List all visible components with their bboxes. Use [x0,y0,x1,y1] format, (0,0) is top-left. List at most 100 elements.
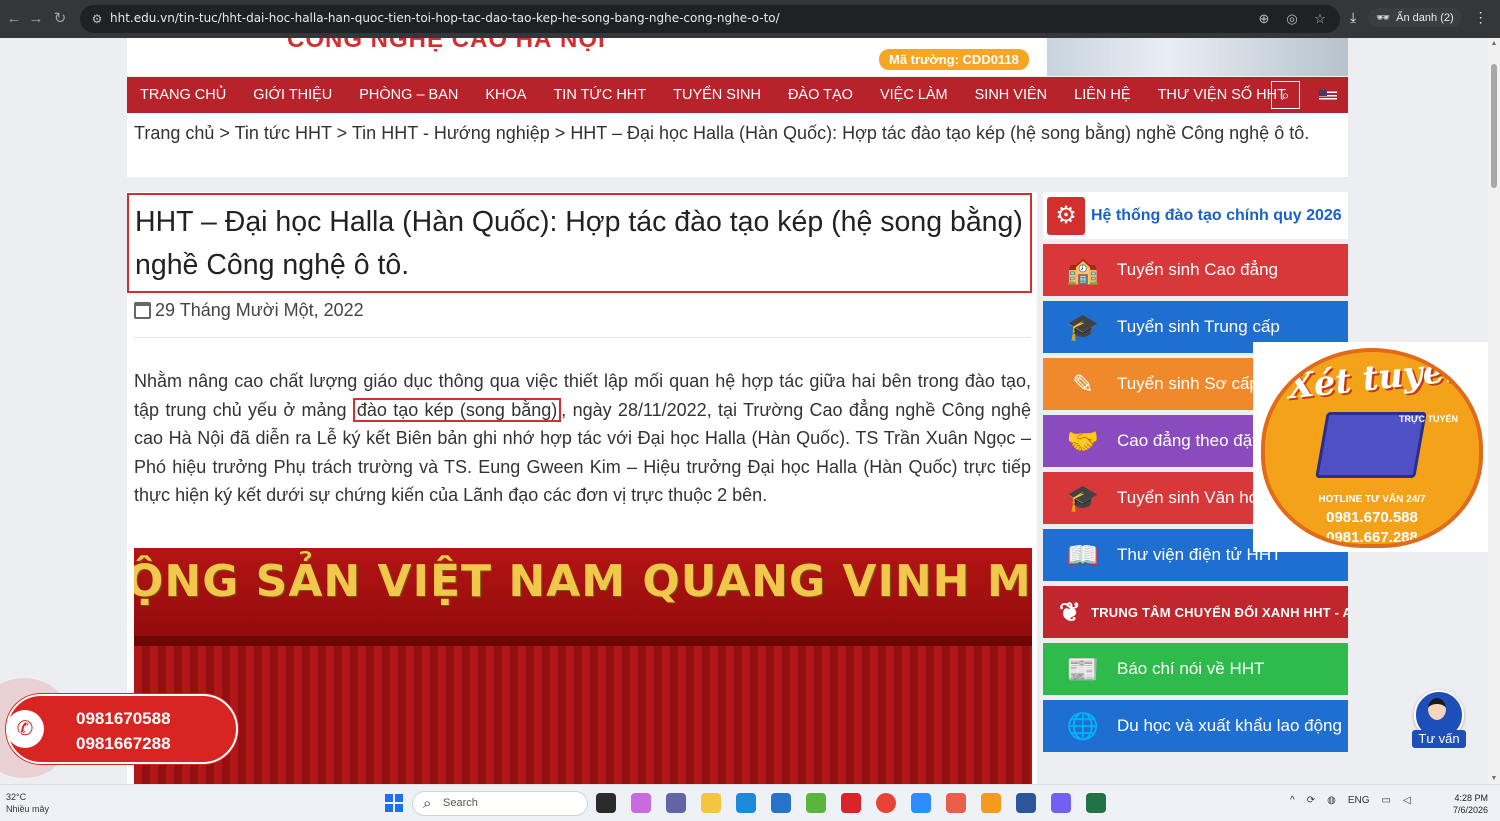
sidebar-item-label: Tuyển sinh Văn hóa [1117,488,1268,507]
windows-start-icon[interactable] [385,794,403,812]
article-date: 29 Tháng Mười Một, 2022 [134,300,364,321]
edge-icon[interactable] [736,793,756,813]
display-icon[interactable]: ▭ [1382,795,1391,806]
download-icon[interactable]: ⤓ [1350,9,1356,26]
snipping-tool-icon[interactable] [946,793,966,813]
sidebar-item-label: Tuyển sinh Trung cấp [1117,317,1280,336]
network-icon[interactable]: ◍ [1327,795,1336,806]
language-indicator[interactable]: ENG [1348,795,1370,806]
taskbar-clock[interactable]: 4:28 PM 7/6/2026 [1438,792,1488,816]
mcafee-icon[interactable] [841,793,861,813]
online-admission-popup[interactable]: Xét tuyển TRỰC TUYẾN HOTLINE TƯ VẤN 24/7… [1253,342,1490,552]
incognito-badge[interactable]: 🕶 Ẩn danh (2) [1368,8,1462,27]
highlighted-link[interactable]: đào tạo kép (song bằng) [352,397,562,422]
leaf-icon: ❦ [1059,596,1081,627]
breadcrumb-separator: > [214,123,235,143]
sidebar-item-label: Báo chí nói về HHT [1117,659,1265,678]
nav-item-about[interactable]: GIỚI THIỆU [253,87,332,103]
phone-icon[interactable]: ✆ [6,710,44,748]
consultant-face-icon [1428,698,1446,720]
article-paragraph: Nhằm nâng cao chất lượng giáo dục thông … [134,367,1031,510]
hotline-widget[interactable]: ✆ 0981670588 0981667288 [0,678,240,778]
tray-chevron-icon[interactable]: ^ [1290,795,1295,806]
weather-widget[interactable]: 32°C Nhiều mây [6,791,49,815]
eye-off-icon[interactable]: ◎ [1282,9,1302,29]
coccoc-icon[interactable] [806,793,826,813]
gear-icon: ⚙ [1047,196,1085,235]
breadcrumb-separator: > [549,123,571,143]
url-text[interactable]: hht.edu.vn/tin-tuc/hht-dai-hoc-halla-han… [110,11,780,25]
hotline-numbers[interactable]: 0981670588 0981667288 [76,706,171,756]
nav-item-contact[interactable]: LIÊN HỆ [1074,87,1130,103]
hotline-phone-1[interactable]: 0981670588 [76,706,171,731]
nav-item-jobs[interactable]: VIỆC LÀM [880,87,948,103]
breadcrumb-category[interactable]: Tin HHT - Hướng nghiệp [352,123,550,143]
nav-item-news[interactable]: TIN TỨC HHT [553,87,646,103]
hotline-phone-2[interactable]: 0981667288 [76,731,171,756]
task-view-icon[interactable] [596,793,616,813]
breadcrumb-home[interactable]: Trang chủ [134,123,214,143]
globe-icon: 🌐 [1066,710,1100,741]
breadcrumb-news[interactable]: Tin tức HHT [235,123,332,143]
zoom-icon[interactable]: ⊕ [1254,9,1274,29]
web-page: CÔNG NGHỆ CAO HÀ NỘI Mã trường: CDD0118 … [0,38,1500,784]
site-info-icon[interactable]: ⚙ [88,10,106,28]
sidebar-item-label: Tuyển sinh Cao đẳng [1117,260,1278,279]
scroll-thumb[interactable] [1491,64,1497,188]
sidebar-item-press[interactable]: 📰 Báo chí nói về HHT [1043,643,1348,695]
scroll-up-arrow[interactable]: ▲ [1490,40,1498,47]
taskbar-apps [596,793,1106,813]
viber-icon[interactable] [1051,793,1071,813]
weather-condition: Nhiều mây [6,804,50,814]
scroll-down-arrow[interactable]: ▼ [1490,775,1498,782]
excel-icon[interactable] [1086,793,1106,813]
sidebar: ⚙ Hệ thống đào tạo chính quy 2026 🏫 Tuyển… [1043,192,1348,752]
page-scrollbar[interactable]: ▲ ▼ [1488,38,1500,784]
volume-icon[interactable]: ◁ [1403,795,1411,806]
windows-taskbar: 32°C Nhiều mây Search ^ ⟳ ◍ ENG ▭ ◁ 4:28… [0,784,1500,821]
store-icon[interactable] [771,793,791,813]
consult-chat-button[interactable]: Tư vấn [1412,690,1466,750]
sidebar-item-label: TRUNG TÂM CHUYỂN ĐỔI XANH HHT - AZITECH [1091,604,1348,620]
consult-label: Tư vấn [1412,730,1466,748]
admission-title: Xét tuyển [1285,348,1471,408]
pencil-icon: ✎ [1072,368,1094,399]
nav-item-library[interactable]: THƯ VIỆN SỐ HHT [1158,87,1286,103]
article-title: HHT – Đại học Halla (Hàn Quốc): Hợp tác … [135,206,1023,281]
nav-item-departments[interactable]: PHÒNG – BAN [359,87,458,103]
search-icon[interactable]: ⌕ [1271,81,1300,109]
graduation-cap-icon: 🎓 [1066,482,1100,513]
sync-icon[interactable]: ⟳ [1307,795,1315,806]
sidebar-item-green-center[interactable]: ❦ TRUNG TÂM CHUYỂN ĐỔI XANH HHT - AZITECH [1043,586,1348,638]
file-explorer-icon[interactable] [701,793,721,813]
breadcrumb: Trang chủ > Tin tức HHT > Tin HHT - Hướn… [127,113,1348,177]
incognito-label: Ẩn danh (2) [1396,11,1454,24]
copilot-icon[interactable] [631,793,651,813]
nav-item-students[interactable]: SINH VIÊN [975,87,1048,103]
reload-icon[interactable]: ↻ [50,9,70,29]
forward-icon[interactable]: → [26,9,46,29]
chrome-icon[interactable] [876,793,896,813]
address-bar[interactable]: ⚙ hht.edu.vn/tin-tuc/hht-dai-hoc-halla-h… [80,5,1340,33]
sidebar-item-study-abroad[interactable]: 🌐 Du học và xuất khẩu lao động [1043,700,1348,752]
back-icon[interactable]: ← [4,9,24,29]
site-banner: CÔNG NGHỆ CAO HÀ NỘI Mã trường: CDD0118 [127,38,1348,76]
nav-item-training[interactable]: ĐÀO TẠO [788,87,853,103]
clock-time: 4:28 PM [1454,793,1488,803]
taskbar-search[interactable]: Search [412,791,588,816]
bookmark-star-icon[interactable]: ☆ [1310,9,1330,29]
banner-building-image [1047,38,1348,76]
sidebar-item-college[interactable]: 🏫 Tuyển sinh Cao đẳng [1043,244,1348,296]
paint-icon[interactable] [981,793,1001,813]
us-flag-icon[interactable] [1319,90,1337,101]
word-icon[interactable] [1016,793,1036,813]
nav-item-home[interactable]: TRANG CHỦ [140,87,226,103]
nav-item-faculty[interactable]: KHOA [485,87,526,103]
nav-item-admissions[interactable]: TUYỂN SINH [673,87,761,103]
zoom-icon[interactable] [911,793,931,813]
banner-logo: CÔNG NGHỆ CAO HÀ NỘI [287,38,606,53]
sidebar-item-label: Du học và xuất khẩu lao động [1117,716,1342,735]
menu-icon[interactable]: ⋮ [1474,9,1488,26]
teams-icon[interactable] [666,793,686,813]
admission-subtitle: TRỰC TUYẾN [1399,414,1458,424]
